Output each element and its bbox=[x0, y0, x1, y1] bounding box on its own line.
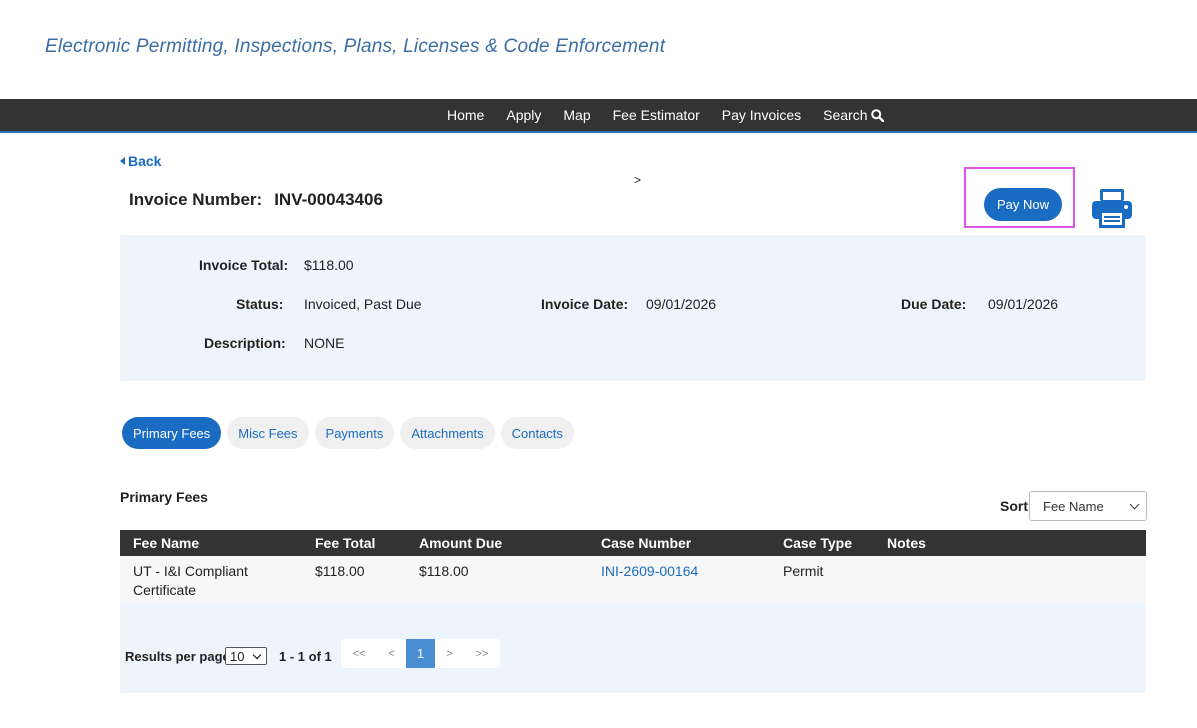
pager-prev[interactable]: < bbox=[377, 639, 406, 668]
description-label: Description: bbox=[204, 335, 286, 351]
fee-name-cell: UT - I&I Compliant Certificate bbox=[133, 562, 248, 600]
pagination: << < 1 > >> bbox=[341, 639, 500, 668]
column-header-fee-total[interactable]: Fee Total bbox=[315, 535, 375, 551]
back-label: Back bbox=[128, 153, 162, 169]
amount-due-cell: $118.00 bbox=[419, 563, 469, 579]
results-per-page-value: 10 bbox=[230, 648, 245, 664]
printer-icon[interactable] bbox=[1090, 186, 1134, 230]
tab-contacts[interactable]: Contacts bbox=[500, 417, 574, 449]
column-header-notes[interactable]: Notes bbox=[887, 535, 926, 551]
sort-selected-value: Fee Name bbox=[1043, 498, 1104, 514]
section-title: Primary Fees bbox=[120, 489, 208, 505]
due-date-label: Due Date: bbox=[901, 296, 967, 312]
column-header-case-number[interactable]: Case Number bbox=[601, 535, 691, 551]
due-date-value: 09/01/2026 bbox=[988, 296, 1059, 312]
column-header-amount-due[interactable]: Amount Due bbox=[419, 535, 502, 551]
pager-first[interactable]: << bbox=[341, 639, 377, 668]
nav-fee-estimator[interactable]: Fee Estimator bbox=[602, 99, 711, 131]
pay-now-button[interactable]: Pay Now bbox=[984, 188, 1062, 221]
status-value: Invoiced, Past Due bbox=[304, 296, 422, 312]
tab-payments[interactable]: Payments bbox=[314, 417, 395, 449]
invoice-number-value: INV-00043406 bbox=[274, 190, 383, 209]
table-header: Fee Name Fee Total Amount Due Case Numbe… bbox=[120, 530, 1146, 556]
case-type-cell: Permit bbox=[783, 563, 824, 579]
nav-search[interactable]: Search bbox=[812, 99, 894, 131]
fee-total-cell: $118.00 bbox=[315, 563, 365, 579]
back-link[interactable]: Back bbox=[120, 153, 161, 169]
invoice-title: Invoice Number: INV-00043406 bbox=[129, 190, 383, 210]
fee-name-line1: UT - I&I Compliant bbox=[133, 563, 248, 579]
invoice-details-panel: Invoice Total: $118.00 Status: Invoiced,… bbox=[120, 235, 1146, 381]
pager-last[interactable]: >> bbox=[464, 639, 500, 668]
search-icon bbox=[870, 108, 884, 122]
sort-select[interactable]: Fee Name bbox=[1029, 491, 1147, 521]
invoice-number-label: Invoice Number: bbox=[129, 190, 263, 209]
sort-label: Sort bbox=[1000, 498, 1028, 514]
invoice-total-label: Invoice Total: bbox=[199, 257, 289, 273]
column-header-case-type[interactable]: Case Type bbox=[783, 535, 852, 551]
pager-panel: Results per page 10 1 - 1 of 1 << < 1 > … bbox=[120, 603, 1146, 693]
results-range: 1 - 1 of 1 bbox=[279, 649, 332, 664]
results-per-page-select[interactable]: 10 bbox=[225, 647, 267, 665]
main-navbar: Home Apply Map Fee Estimator Pay Invoice… bbox=[0, 99, 1197, 133]
tab-attachments[interactable]: Attachments bbox=[400, 417, 495, 449]
invoice-date-value: 09/01/2026 bbox=[646, 296, 717, 312]
nav-search-label: Search bbox=[823, 107, 868, 123]
case-number-link[interactable]: INI-2609-00164 bbox=[601, 562, 698, 581]
nav-home[interactable]: Home bbox=[447, 99, 495, 131]
description-value: NONE bbox=[304, 335, 345, 351]
caret-left-icon bbox=[120, 157, 125, 165]
nav-pay-invoices[interactable]: Pay Invoices bbox=[711, 99, 812, 131]
invoice-date-label: Invoice Date: bbox=[541, 296, 629, 312]
pager-current-page[interactable]: 1 bbox=[406, 639, 435, 668]
site-tagline: Electronic Permitting, Inspections, Plan… bbox=[45, 36, 666, 57]
column-header-fee-name[interactable]: Fee Name bbox=[133, 535, 199, 551]
nav-apply[interactable]: Apply bbox=[495, 99, 552, 131]
nav-items: Home Apply Map Fee Estimator Pay Invoice… bbox=[447, 99, 895, 131]
nav-map[interactable]: Map bbox=[552, 99, 601, 131]
table-row: UT - I&I Compliant Certificate $118.00 $… bbox=[120, 556, 1146, 603]
results-per-page-label: Results per page bbox=[125, 649, 230, 664]
chevron-down-icon bbox=[1129, 499, 1140, 509]
tab-misc-fees[interactable]: Misc Fees bbox=[227, 417, 309, 449]
fees-table: Fee Name Fee Total Amount Due Case Numbe… bbox=[120, 530, 1146, 603]
tab-primary-fees[interactable]: Primary Fees bbox=[122, 417, 222, 449]
chevron-down-icon bbox=[252, 650, 262, 660]
invoice-tabs: Primary Fees Misc Fees Payments Attachme… bbox=[122, 417, 574, 449]
status-label: Status: bbox=[236, 296, 284, 312]
invoice-total-value: $118.00 bbox=[304, 257, 354, 273]
fee-name-line2: Certificate bbox=[133, 582, 197, 598]
breadcrumb-separator: > bbox=[634, 173, 642, 187]
pager-next[interactable]: > bbox=[435, 639, 464, 668]
